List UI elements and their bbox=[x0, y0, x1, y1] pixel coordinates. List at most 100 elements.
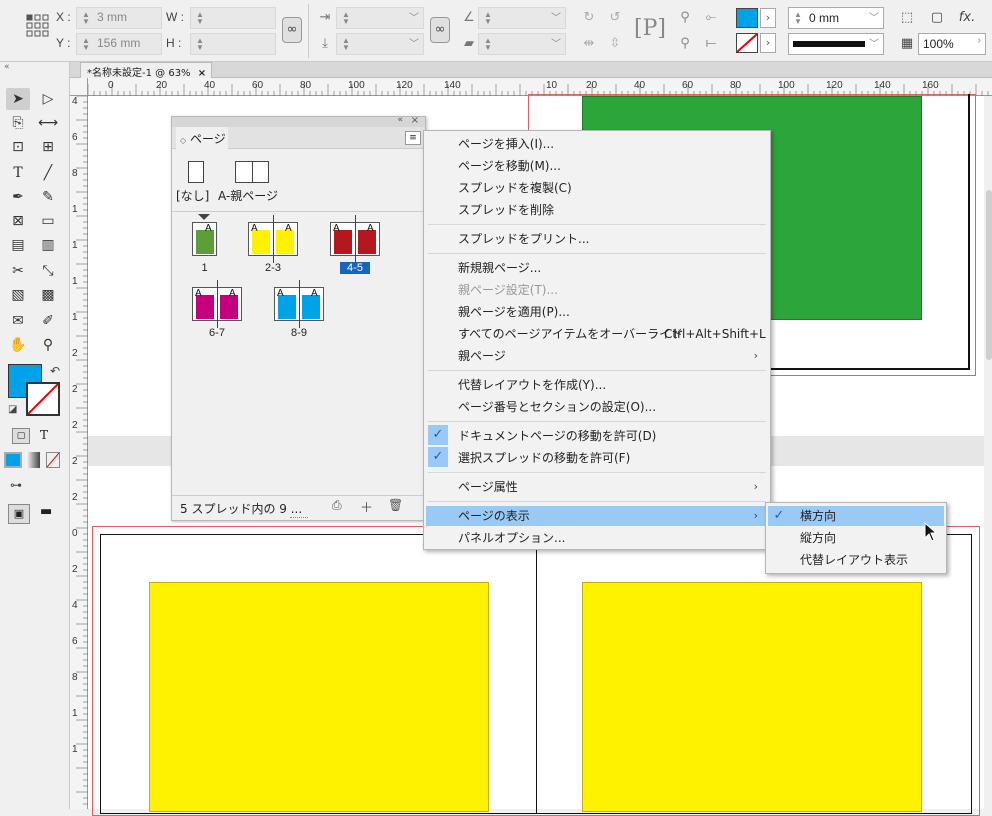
frame-fitting-icon[interactable]: ⬚ bbox=[896, 7, 918, 29]
type-tool-icon[interactable]: T bbox=[6, 162, 30, 184]
menu-create-alternate-layout[interactable]: 代替レイアウトを作成(Y)... bbox=[458, 375, 606, 395]
panel-menu-button[interactable]: ≡ bbox=[405, 131, 421, 145]
h-field[interactable]: ▲ ▼ bbox=[190, 33, 276, 55]
stroke-dropdown-button[interactable]: › bbox=[760, 33, 776, 53]
new-page-icon[interactable]: ＋ bbox=[360, 497, 373, 516]
edit-page-size-icon[interactable]: ⎙ bbox=[332, 498, 342, 513]
menu-master-pages[interactable]: 親ページ bbox=[458, 346, 770, 366]
spread-thumbnail[interactable]: AA bbox=[274, 280, 324, 328]
submenu-horizontally[interactable]: 横方向 bbox=[800, 506, 836, 526]
opacity-field[interactable]: 100% › bbox=[918, 33, 986, 55]
constrain-proportions-link-icon[interactable]: ∞ bbox=[282, 17, 302, 43]
document-tab[interactable]: *名称未設定-1 @ 63% × bbox=[80, 62, 212, 78]
effects-fx-icon[interactable]: fx. bbox=[956, 7, 978, 29]
corner-options-icon[interactable]: ▢ bbox=[926, 7, 948, 29]
submenu-by-alternate[interactable]: 代替レイアウト表示 bbox=[800, 550, 908, 570]
master-a-thumbnail[interactable] bbox=[235, 161, 269, 183]
submenu-vertically[interactable]: 縦方向 bbox=[800, 528, 836, 548]
spread-thumbnail[interactable]: AA bbox=[248, 215, 298, 263]
menu-override-all[interactable]: すべてのページアイテムをオーバーライド Ctrl+Alt+Shift+L bbox=[458, 324, 766, 344]
selection-tool-icon[interactable]: ➤ bbox=[6, 88, 30, 110]
constrain-scale-link-icon[interactable]: ∞ bbox=[430, 17, 450, 43]
pen-tool-icon[interactable]: ✒ bbox=[6, 186, 30, 208]
note-tool-icon[interactable]: ✉ bbox=[6, 310, 30, 332]
menu-delete-spread[interactable]: スプレッドを削除 bbox=[458, 200, 554, 220]
rectangle-tool-icon[interactable]: ▭ bbox=[36, 210, 60, 232]
yellow-rectangle-left[interactable] bbox=[149, 582, 489, 812]
stroke-weight-field[interactable]: ▲ ▼ 0 mm ﹀ bbox=[788, 7, 884, 29]
apply-gradient-icon[interactable] bbox=[26, 452, 40, 468]
free-transform-tool-icon[interactable]: ⤡ bbox=[36, 260, 60, 282]
close-panel-icon[interactable]: × bbox=[411, 115, 419, 126]
master-none-thumbnail[interactable] bbox=[188, 161, 204, 183]
menu-duplicate-spread[interactable]: スプレッドを複製(C) bbox=[458, 178, 572, 198]
select-previous-icon[interactable]: ⟜ bbox=[700, 7, 722, 29]
close-tab-icon[interactable]: × bbox=[198, 68, 206, 78]
screen-mode-icon[interactable]: ▬ bbox=[40, 504, 52, 519]
y-field[interactable]: ▲ ▼ 156 mm bbox=[76, 33, 162, 55]
stroke-color-swatch[interactable] bbox=[26, 382, 60, 416]
zoom-tool-icon[interactable]: ⚲ bbox=[36, 334, 60, 356]
formatting-affects-text-icon[interactable]: T bbox=[40, 428, 48, 442]
reference-point-icon[interactable] bbox=[26, 14, 50, 38]
scissors-tool-icon[interactable]: ✂ bbox=[6, 260, 30, 282]
delete-page-icon[interactable]: 🗑 bbox=[388, 498, 403, 512]
page-tool-icon[interactable]: ⎘ bbox=[6, 112, 30, 134]
fill-swatch[interactable] bbox=[736, 8, 758, 28]
eyedropper-tool-icon[interactable]: ✐ bbox=[36, 310, 60, 332]
line-tool-icon[interactable]: ╱ bbox=[36, 162, 60, 184]
stroke-swatch[interactable] bbox=[736, 33, 758, 53]
vertical-ruler[interactable]: 4 6 8 1 1 1 1 2 2 2 2 2 0 2 4 6 8 1 1 bbox=[70, 96, 88, 809]
apply-none-icon[interactable] bbox=[46, 452, 60, 468]
menu-allow-document-pages-shuffle[interactable]: ドキュメントページの移動を許可(D) bbox=[458, 426, 656, 446]
flip-vertical-icon[interactable]: ⇳ bbox=[604, 33, 626, 55]
flip-horizontal-icon[interactable]: ⇹ bbox=[578, 33, 600, 55]
content-placer-icon[interactable]: ⊞ bbox=[36, 136, 60, 158]
menu-allow-selected-spread-shuffle[interactable]: 選択スプレッドの移動を許可(F) bbox=[458, 448, 630, 468]
grid-tool-icon[interactable]: ▥ bbox=[36, 234, 60, 256]
menu-new-master[interactable]: 新規親ページ... bbox=[458, 258, 541, 278]
shear-field[interactable]: ▲ ▼ ﹀ bbox=[478, 33, 566, 55]
collapse-icon[interactable]: « bbox=[397, 115, 403, 125]
collapse-toolbox-icon[interactable]: « bbox=[4, 62, 10, 72]
gap-tool-icon[interactable]: ⟷ bbox=[36, 112, 60, 134]
swap-fill-stroke-icon[interactable]: ↶ bbox=[50, 364, 60, 378]
rotation-field[interactable]: ▲ ▼ ﹀ bbox=[478, 7, 566, 29]
menu-panel-options[interactable]: パネルオプション... bbox=[458, 528, 565, 548]
select-container-icon[interactable]: ⚲ bbox=[674, 7, 696, 29]
menu-view-pages[interactable]: ページの表示 bbox=[458, 506, 770, 526]
spread-thumbnail[interactable]: AA bbox=[330, 215, 380, 263]
fill-dropdown-button[interactable]: › bbox=[760, 8, 776, 28]
rotate-clockwise-icon[interactable]: ↻ bbox=[578, 7, 600, 29]
pencil-tool-icon[interactable]: ✎ bbox=[36, 186, 60, 208]
default-colors-icon[interactable]: ◪ bbox=[8, 404, 17, 415]
direct-selection-tool-icon[interactable]: ▷ bbox=[36, 88, 60, 110]
spread-thumbnail[interactable]: A bbox=[192, 222, 217, 256]
resize-grip[interactable] bbox=[290, 517, 308, 520]
ruler-origin[interactable] bbox=[70, 78, 88, 96]
menu-print-spread[interactable]: スプレッドをプリント... bbox=[458, 229, 589, 249]
apply-color-icon[interactable] bbox=[4, 452, 22, 468]
view-mode-normal-icon[interactable]: ▣ bbox=[8, 504, 30, 524]
panel-titlebar[interactable]: « × bbox=[172, 115, 425, 127]
gradient-feather-tool-icon[interactable]: ▩ bbox=[36, 284, 60, 306]
table-tool-icon[interactable]: ▤ bbox=[6, 234, 30, 256]
w-field[interactable]: ▲ ▼ bbox=[190, 7, 276, 29]
hand-tool-icon[interactable]: ✋ bbox=[6, 334, 30, 356]
menu-move-pages[interactable]: ページを移動(M)... bbox=[458, 156, 561, 176]
formatting-affects-container-icon[interactable]: ▢ bbox=[12, 428, 30, 444]
scale-y-field[interactable]: ▲ ▼ ﹀ bbox=[336, 33, 424, 55]
rotate-counterclockwise-icon[interactable]: ↺ bbox=[604, 7, 626, 29]
x-field[interactable]: ▲ ▼ 3 mm bbox=[76, 7, 162, 29]
select-content-icon[interactable]: ⚲ bbox=[674, 33, 696, 55]
menu-insert-pages[interactable]: ページを挿入(I)... bbox=[458, 134, 554, 154]
select-next-icon[interactable]: ⟝ bbox=[700, 33, 722, 55]
content-collector-icon[interactable]: ⊡ bbox=[6, 136, 30, 158]
stroke-type-dropdown[interactable]: ﹀ bbox=[788, 33, 884, 55]
rectangle-frame-tool-icon[interactable]: ⊠ bbox=[6, 210, 30, 232]
yellow-rectangle-right[interactable] bbox=[582, 582, 922, 812]
tab-pages[interactable]: ◇ ページ bbox=[176, 127, 228, 149]
spread-thumbnail[interactable]: AA bbox=[192, 280, 242, 328]
scrollbar-thumb[interactable] bbox=[986, 190, 992, 360]
menu-apply-master[interactable]: 親ページを適用(P)... bbox=[458, 302, 570, 322]
